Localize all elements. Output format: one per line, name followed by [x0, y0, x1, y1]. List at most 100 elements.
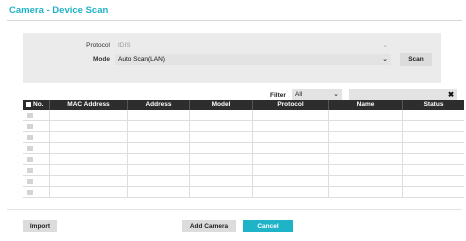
row-checkbox[interactable] — [27, 168, 33, 173]
table-cell — [329, 154, 403, 164]
column-header-status[interactable]: Status — [403, 100, 464, 110]
row-checkbox[interactable] — [27, 190, 33, 195]
table-cell — [329, 143, 403, 153]
column-header-mac-address[interactable]: MAC Address — [50, 100, 128, 110]
table-cell — [23, 187, 50, 197]
table-cell — [190, 121, 253, 131]
close-icon[interactable]: ✖ — [446, 89, 456, 100]
filter-select[interactable]: All ⌄ — [292, 89, 342, 100]
column-header-name[interactable]: Name — [329, 100, 403, 110]
table-cell — [329, 110, 403, 120]
table-cell — [50, 154, 128, 164]
table-cell — [253, 176, 329, 186]
column-header-address[interactable]: Address — [128, 100, 190, 110]
table-row[interactable] — [23, 176, 464, 187]
row-checkbox[interactable] — [27, 179, 33, 184]
table-cell — [253, 132, 329, 142]
table-row[interactable] — [23, 165, 464, 176]
row-checkbox[interactable] — [27, 124, 33, 129]
import-button[interactable]: Import — [23, 220, 57, 232]
table-cell — [329, 187, 403, 197]
table-cell — [23, 143, 50, 153]
table-cell — [190, 165, 253, 175]
select-all-checkbox[interactable] — [26, 101, 31, 107]
table-cell — [403, 187, 464, 197]
table-cell — [128, 176, 190, 186]
protocol-select[interactable]: IDIS ⌄ — [115, 40, 391, 51]
search-input[interactable] — [349, 89, 457, 100]
table-cell — [253, 110, 329, 120]
table-cell — [190, 187, 253, 197]
row-checkbox[interactable] — [27, 146, 33, 151]
table-cell — [329, 165, 403, 175]
table-cell — [23, 132, 50, 142]
row-checkbox[interactable] — [27, 135, 33, 140]
mode-value: Auto Scan(LAN) — [118, 56, 165, 63]
table-cell — [403, 110, 464, 120]
table-cell — [128, 154, 190, 164]
device-scan-dialog: Camera - Device Scan Protocol IDIS ⌄ Mod… — [2, 0, 464, 241]
table-row[interactable] — [23, 187, 464, 198]
mode-label: Mode — [93, 56, 110, 63]
table-cell — [253, 187, 329, 197]
mode-select[interactable]: Auto Scan(LAN) ⌄ — [115, 54, 391, 65]
table-cell — [50, 176, 128, 186]
chevron-down-icon: ⌄ — [333, 91, 339, 98]
table-cell — [23, 121, 50, 131]
table-cell — [50, 121, 128, 131]
table-cell — [50, 143, 128, 153]
row-checkbox[interactable] — [27, 113, 33, 118]
table-row[interactable] — [23, 132, 464, 143]
table-row[interactable] — [23, 154, 464, 165]
table-cell — [128, 187, 190, 197]
title-divider — [7, 20, 462, 21]
table-cell — [50, 110, 128, 120]
table-cell — [128, 165, 190, 175]
table-cell — [403, 154, 464, 164]
table-cell — [50, 187, 128, 197]
cancel-button[interactable]: Cancel — [243, 220, 293, 232]
table-cell — [403, 132, 464, 142]
filter-label: Filter — [270, 92, 286, 99]
table-cell — [403, 143, 464, 153]
chevron-down-icon: ⌄ — [382, 42, 388, 49]
table-cell — [128, 110, 190, 120]
table-cell — [329, 121, 403, 131]
protocol-label: Protocol — [86, 42, 110, 49]
table-cell — [23, 110, 50, 120]
chevron-down-icon: ⌄ — [382, 56, 388, 63]
table-cell — [128, 121, 190, 131]
protocol-value: IDIS — [118, 42, 131, 49]
add-camera-button[interactable]: Add Camera — [182, 220, 236, 232]
column-header-protocol[interactable]: Protocol — [253, 100, 329, 110]
table-cell — [23, 176, 50, 186]
table-header: No. MAC Address Address Model Protocol N… — [23, 100, 464, 110]
table-cell — [403, 121, 464, 131]
table-cell — [253, 121, 329, 131]
column-header-no[interactable]: No. — [23, 100, 50, 110]
table-cell — [128, 132, 190, 142]
table-cell — [50, 132, 128, 142]
scan-button[interactable]: Scan — [400, 53, 432, 66]
table-row[interactable] — [23, 143, 464, 154]
table-cell — [190, 154, 253, 164]
table-cell — [253, 154, 329, 164]
table-cell — [23, 154, 50, 164]
column-header-model[interactable]: Model — [190, 100, 253, 110]
table-row[interactable] — [23, 110, 464, 121]
scan-settings-panel: Protocol IDIS ⌄ Mode Auto Scan(LAN) ⌄ Sc… — [23, 33, 441, 83]
table-cell — [253, 165, 329, 175]
table-cell — [128, 143, 190, 153]
row-checkbox[interactable] — [27, 157, 33, 162]
table-cell — [403, 165, 464, 175]
table-row[interactable] — [23, 121, 464, 132]
dialog-title: Camera - Device Scan — [9, 5, 109, 16]
table-cell — [403, 176, 464, 186]
table-cell — [329, 132, 403, 142]
table-cell — [23, 165, 50, 175]
filter-value: All — [295, 91, 303, 98]
table-cell — [190, 110, 253, 120]
table-cell — [190, 143, 253, 153]
table-body — [23, 110, 464, 198]
footer-divider — [7, 209, 462, 210]
